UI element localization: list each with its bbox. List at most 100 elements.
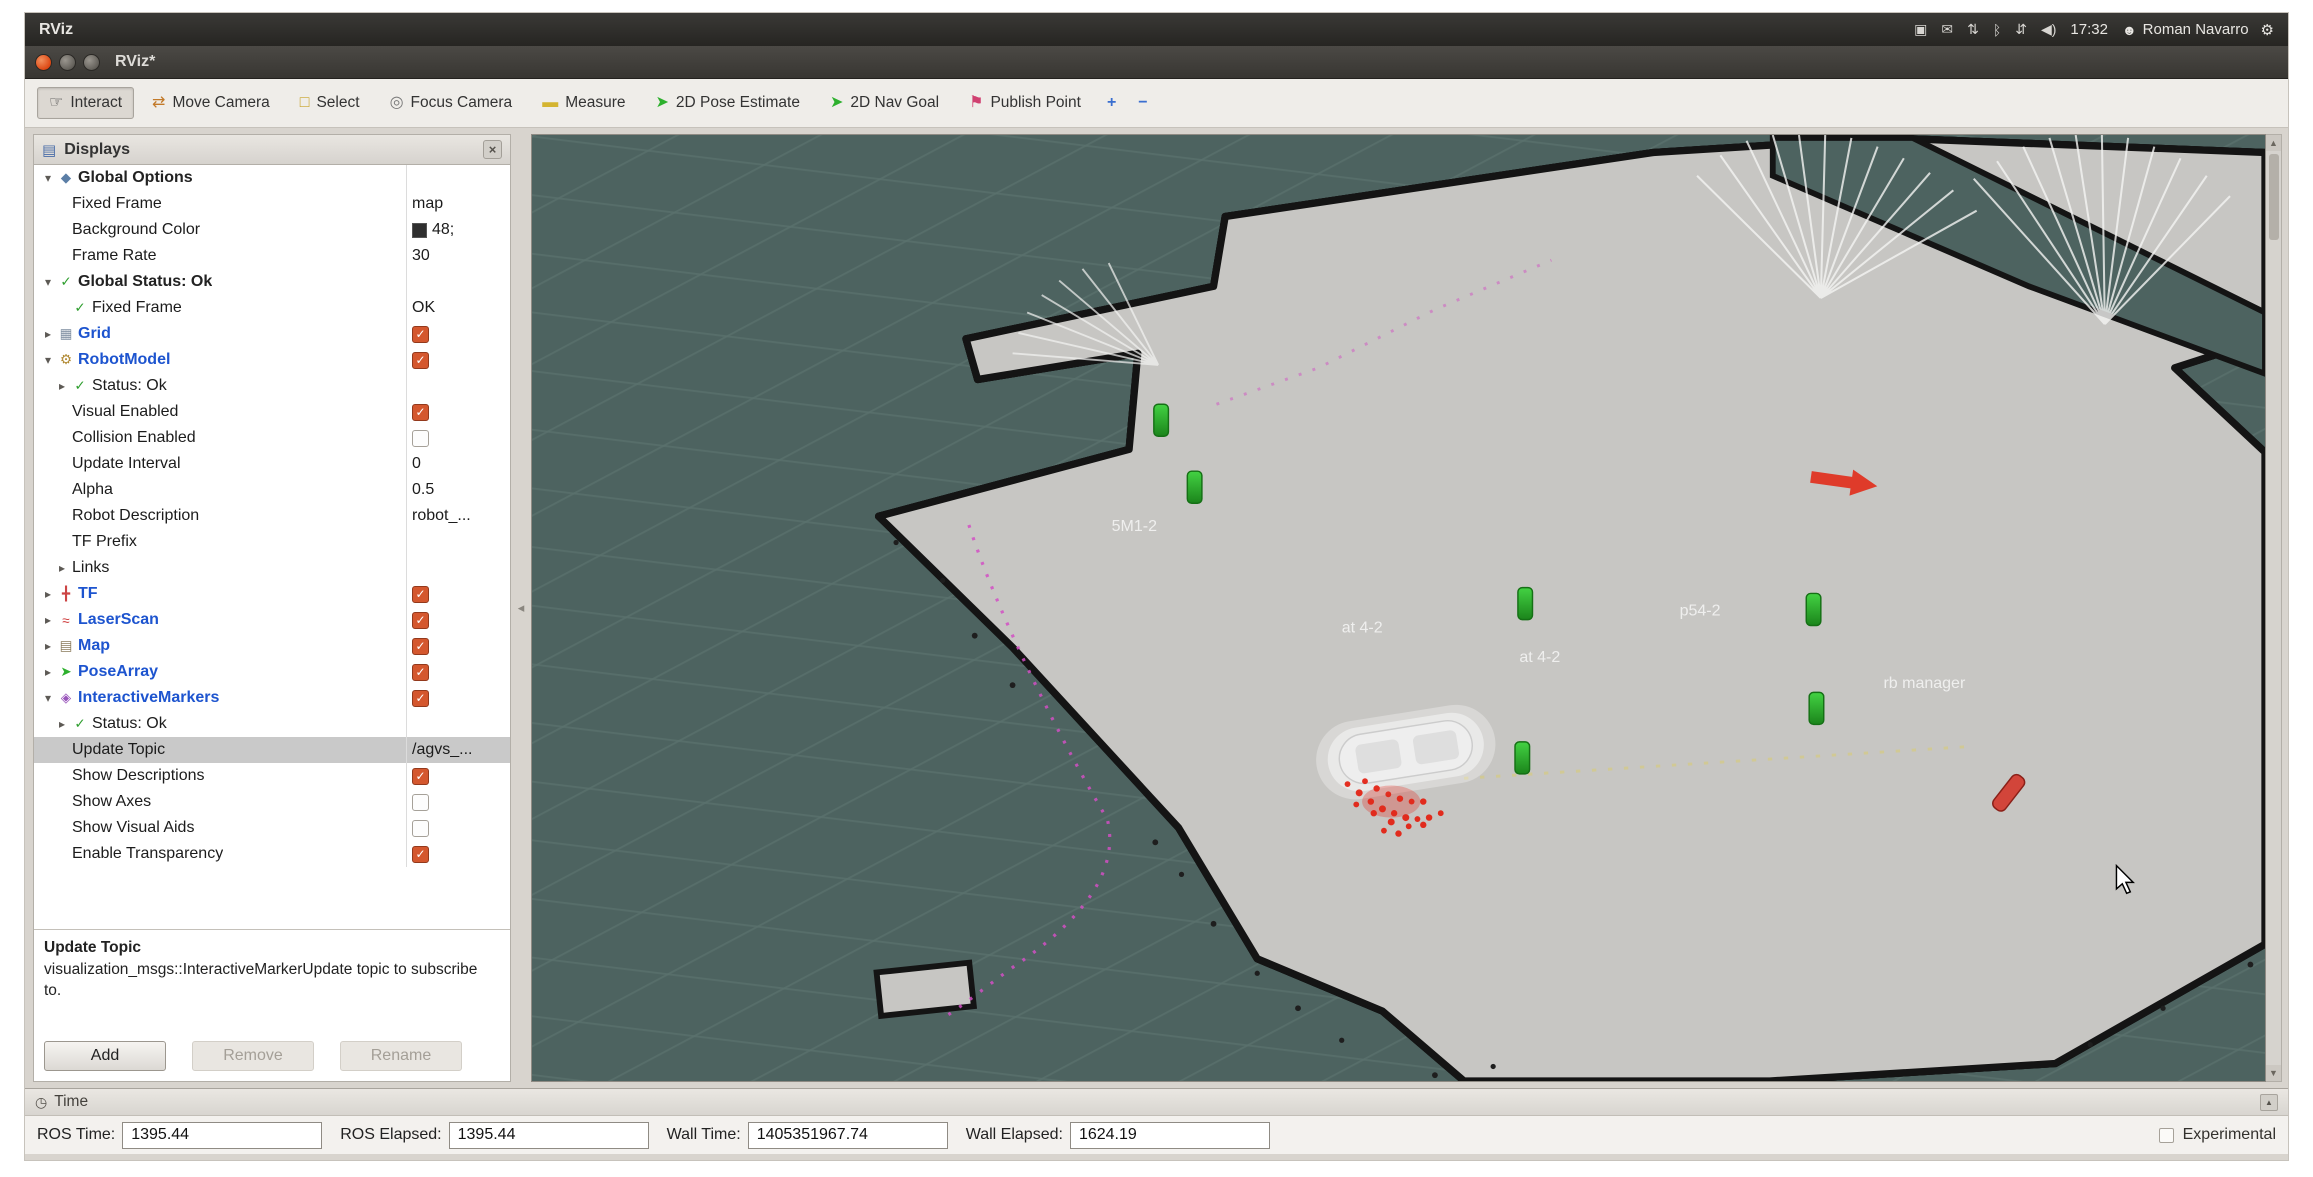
expand-arrow-icon[interactable]: ▾ — [40, 691, 56, 705]
enabled-checkbox[interactable]: ✓ — [412, 690, 429, 707]
time-field-input[interactable]: 1395.44 — [449, 1122, 649, 1149]
property-value[interactable]: map — [412, 195, 443, 213]
interactive-marker-green[interactable] — [1518, 588, 1533, 620]
property-value[interactable]: 0.5 — [412, 481, 434, 499]
displays-tree-row[interactable]: ▸ ➤ PoseArray ✓ — [34, 659, 510, 685]
property-value-cell[interactable]: OK — [406, 295, 510, 321]
expand-arrow-icon[interactable]: ▸ — [54, 379, 70, 393]
interactive-marker-green[interactable] — [1154, 404, 1169, 436]
time-field-input[interactable]: 1395.44 — [122, 1122, 322, 1149]
enabled-checkbox[interactable]: ✓ — [412, 612, 429, 629]
displays-tree-row[interactable]: Collision Enabled — [34, 425, 510, 451]
experimental-option[interactable]: Experimental — [2159, 1126, 2276, 1144]
property-value[interactable]: /agvs_... — [412, 741, 472, 759]
enabled-checkbox[interactable] — [412, 430, 429, 447]
sync-icon[interactable]: ⇅ — [1967, 21, 1979, 38]
experimental-checkbox[interactable] — [2159, 1128, 2174, 1143]
property-value-cell[interactable]: 0 — [406, 451, 510, 477]
maximize-button[interactable] — [83, 54, 100, 71]
property-value-cell[interactable]: 30 — [406, 243, 510, 269]
property-value-cell[interactable]: ✓ — [406, 633, 510, 659]
property-value-cell[interactable]: ✓ — [406, 399, 510, 425]
updown-icon[interactable]: ⇵ — [2015, 21, 2027, 38]
enabled-checkbox[interactable]: ✓ — [412, 352, 429, 369]
property-value-cell[interactable]: 48; — [406, 217, 510, 243]
property-value-cell[interactable]: /agvs_... — [406, 737, 510, 763]
property-value-cell[interactable]: ✓ — [406, 841, 510, 867]
time-field-input[interactable]: 1405351967.74 — [748, 1122, 948, 1149]
displays-tree-row[interactable]: Background Color 48; — [34, 217, 510, 243]
expand-arrow-icon[interactable]: ▸ — [40, 587, 56, 601]
displays-tree-row[interactable]: Robot Description robot_... — [34, 503, 510, 529]
clock[interactable]: 17:32 — [2070, 21, 2108, 38]
remove-tool-button[interactable]: − — [1130, 88, 1155, 118]
select-tool-button[interactable]: □ Select — [288, 87, 372, 119]
displays-tree-row[interactable]: TF Prefix — [34, 529, 510, 555]
mail-icon[interactable]: ✉ — [1941, 21, 1953, 38]
displays-tree-row[interactable]: Show Axes — [34, 789, 510, 815]
time-field-input[interactable]: 1624.19 — [1070, 1122, 1270, 1149]
move-camera-tool-button[interactable]: ⇄ Move Camera — [140, 87, 282, 119]
enabled-checkbox[interactable]: ✓ — [412, 586, 429, 603]
property-value[interactable]: OK — [412, 299, 435, 317]
scroll-up-icon[interactable]: ▲ — [2266, 135, 2281, 151]
enabled-checkbox[interactable]: ✓ — [412, 846, 429, 863]
property-value-cell[interactable] — [406, 711, 510, 737]
bluetooth-icon[interactable]: ᛒ — [1993, 22, 2001, 38]
interactive-marker-green[interactable] — [1515, 742, 1530, 774]
time-panel-header[interactable]: ◷ Time ▲ — [25, 1088, 2288, 1116]
scrollbar-thumb[interactable] — [2269, 154, 2279, 240]
interactive-marker-green[interactable] — [1806, 593, 1821, 625]
property-value-cell[interactable]: ✓ — [406, 581, 510, 607]
session-user-name[interactable]: Roman Navarro — [2143, 21, 2249, 38]
expand-arrow-icon[interactable]: ▸ — [40, 639, 56, 653]
enabled-checkbox[interactable]: ✓ — [412, 404, 429, 421]
enabled-checkbox[interactable] — [412, 820, 429, 837]
color-swatch[interactable] — [412, 223, 427, 238]
pose-estimate-tool-button[interactable]: ➤ 2D Pose Estimate — [644, 87, 812, 119]
property-value-cell[interactable] — [406, 555, 510, 581]
displays-tree-row[interactable]: Update Topic /agvs_... — [34, 737, 510, 763]
property-value-cell[interactable] — [406, 529, 510, 555]
expand-arrow-icon[interactable]: ▾ — [40, 353, 56, 367]
enabled-checkbox[interactable] — [412, 794, 429, 811]
displays-tree-row[interactable]: ▸ ▤ Map ✓ — [34, 633, 510, 659]
expand-arrow-icon[interactable]: ▾ — [40, 275, 56, 289]
displays-tree-row[interactable]: ▾ ⚙ RobotModel ✓ — [34, 347, 510, 373]
displays-tree-row[interactable]: ▸ ✓ Status: Ok — [34, 711, 510, 737]
displays-tree-row[interactable]: Enable Transparency ✓ — [34, 841, 510, 867]
interactive-marker-green[interactable] — [1809, 692, 1824, 724]
property-value-cell[interactable] — [406, 815, 510, 841]
measure-tool-button[interactable]: ▬ Measure — [530, 87, 637, 119]
property-value[interactable]: 30 — [412, 247, 430, 265]
enabled-checkbox[interactable]: ✓ — [412, 638, 429, 655]
displays-tree-row[interactable]: Frame Rate 30 — [34, 243, 510, 269]
property-value-cell[interactable] — [406, 269, 510, 295]
displays-tree-row[interactable]: ▸ ✓ Status: Ok — [34, 373, 510, 399]
3d-scene[interactable]: 5M1-2 at 4-2 at 4-2 p54-2 rb manager — [532, 135, 2265, 1081]
property-value-cell[interactable] — [406, 789, 510, 815]
focus-camera-tool-button[interactable]: ◎ Focus Camera — [378, 87, 525, 119]
displays-tree-row[interactable]: ▸ ▦ Grid ✓ — [34, 321, 510, 347]
expand-arrow-icon[interactable]: ▸ — [54, 561, 70, 575]
displays-tree-row[interactable]: ▸ ≈ LaserScan ✓ — [34, 607, 510, 633]
displays-tree-row[interactable]: ✓ Fixed Frame OK — [34, 295, 510, 321]
add-button[interactable]: Add — [44, 1041, 166, 1071]
enabled-checkbox[interactable]: ✓ — [412, 768, 429, 785]
expand-arrow-icon[interactable]: ▸ — [40, 665, 56, 679]
scroll-down-icon[interactable]: ▼ — [2266, 1065, 2281, 1081]
displays-tree-row[interactable]: Visual Enabled ✓ — [34, 399, 510, 425]
panel-splitter[interactable]: ◂ — [511, 134, 531, 1082]
interactive-marker-green[interactable] — [1187, 471, 1202, 503]
viewport-scrollbar[interactable]: ▲ ▼ — [2266, 134, 2282, 1082]
displays-tree-row[interactable]: Fixed Frame map — [34, 191, 510, 217]
property-value[interactable]: robot_... — [412, 507, 471, 525]
expand-arrow-icon[interactable]: ▸ — [40, 327, 56, 341]
displays-tree-row[interactable]: Show Descriptions ✓ — [34, 763, 510, 789]
interact-tool-button[interactable]: ☞ Interact — [37, 87, 134, 119]
property-value-cell[interactable]: robot_... — [406, 503, 510, 529]
displays-tree-row[interactable]: ▾ ◈ InteractiveMarkers ✓ — [34, 685, 510, 711]
add-tool-button[interactable]: + — [1099, 88, 1124, 118]
expand-arrow-icon[interactable]: ▸ — [40, 613, 56, 627]
window-titlebar[interactable]: RViz* — [25, 46, 2288, 79]
